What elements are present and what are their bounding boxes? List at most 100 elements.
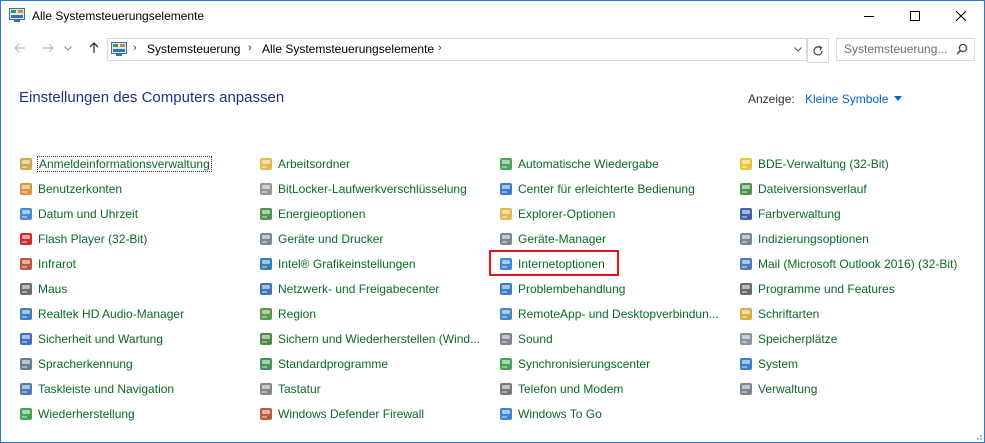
control-panel-item-label: BDE-Verwaltung (32-Bit): [758, 157, 889, 171]
bitlocker-icon: [260, 183, 272, 195]
control-panel-item[interactable]: Flash Player (32-Bit): [19, 229, 147, 249]
control-panel-item[interactable]: Farbverwaltung: [739, 204, 841, 224]
search-icon[interactable]: [956, 43, 968, 55]
view-mode-value: Kleine Symbole: [805, 92, 889, 106]
backup-icon: [260, 333, 272, 345]
control-panel-item[interactable]: Arbeitsordner: [259, 154, 350, 174]
control-panel-item[interactable]: Indizierungsoptionen: [739, 229, 869, 249]
control-panel-item-label: Schriftarten: [758, 307, 820, 321]
breadcrumb-separator-icon[interactable]: ›: [438, 42, 442, 54]
control-panel-item-label: Synchronisierungscenter: [518, 357, 651, 371]
control-panel-item[interactable]: Explorer-Optionen: [499, 204, 615, 224]
breadcrumb-systemsteuerung[interactable]: Systemsteuerung: [147, 42, 240, 56]
sound-icon: [500, 333, 512, 345]
fonts-icon: [740, 308, 752, 320]
flag-icon: [20, 333, 32, 345]
control-panel-item[interactable]: Realtek HD Audio-Manager: [19, 304, 184, 324]
control-panel-item[interactable]: Verwaltung: [739, 379, 817, 399]
control-panel-item-label: Windows Defender Firewall: [278, 407, 425, 421]
control-panel-item[interactable]: Taskleiste und Navigation: [19, 379, 174, 399]
control-panel-item[interactable]: Infrarot: [19, 254, 76, 274]
resize-grip-icon[interactable]: [973, 431, 983, 441]
control-panel-item[interactable]: Maus: [19, 279, 67, 299]
control-panel-item[interactable]: Intel® Grafikeinstellungen: [259, 254, 416, 274]
control-panel-item[interactable]: Benutzerkonten: [19, 179, 122, 199]
control-panel-item[interactable]: Anmeldeinformationsverwaltung: [19, 154, 212, 174]
refresh-button[interactable]: [807, 38, 829, 63]
control-panel-item[interactable]: BitLocker-Laufwerkverschlüsselung: [259, 179, 467, 199]
control-panel-item[interactable]: Windows Defender Firewall: [259, 404, 424, 424]
control-panel-item[interactable]: Standardprogramme: [259, 354, 388, 374]
control-panel-item[interactable]: Center für erleichterte Bedienung: [499, 179, 695, 199]
control-panel-item[interactable]: Geräte-Manager: [499, 229, 606, 249]
recent-locations-button[interactable]: [62, 39, 74, 57]
breadcrumb-separator-icon[interactable]: ›: [133, 42, 137, 54]
control-panel-icon: [111, 42, 127, 56]
back-button[interactable]: [11, 39, 29, 57]
control-panel-item[interactable]: Tastatur: [259, 379, 321, 399]
ease-of-access-icon: [500, 183, 512, 195]
user-accounts-icon: [20, 183, 32, 195]
control-panel-item-label: Netzwerk- und Freigabecenter: [278, 282, 440, 296]
control-panel-item-label: Windows To Go: [518, 407, 602, 421]
control-panel-item[interactable]: Wiederherstellung: [19, 404, 135, 424]
control-panel-item[interactable]: RemoteApp- und Desktopverbindun...: [499, 304, 719, 324]
close-icon: [956, 11, 966, 21]
control-panel-item[interactable]: Windows To Go: [499, 404, 602, 424]
control-panel-item[interactable]: Netzwerk- und Freigabecenter: [259, 279, 439, 299]
date-time-icon: [20, 208, 32, 220]
control-panel-item[interactable]: Speicherplätze: [739, 329, 837, 349]
control-panel-item[interactable]: BDE-Verwaltung (32-Bit): [739, 154, 889, 174]
control-panel-item[interactable]: Dateiversionsverlauf: [739, 179, 867, 199]
control-panel-item-label: Infrarot: [38, 257, 77, 271]
breadcrumb-current[interactable]: Alle Systemsteuerungselemente: [262, 42, 434, 56]
control-panel-item[interactable]: Datum und Uhrzeit: [19, 204, 138, 224]
keyboard-icon: [260, 383, 272, 395]
control-panel-item[interactable]: Mail (Microsoft Outlook 2016) (32-Bit): [739, 254, 957, 274]
control-panel-item[interactable]: Geräte und Drucker: [259, 229, 383, 249]
maximize-button[interactable]: [892, 1, 938, 31]
control-panel-item-label: Taskleiste und Navigation: [38, 382, 175, 396]
control-panel-item[interactable]: Sicherheit und Wartung: [19, 329, 163, 349]
troubleshooting-icon: [500, 283, 512, 295]
control-panel-item[interactable]: System: [739, 354, 798, 374]
control-panel-item[interactable]: Problembehandlung: [499, 279, 625, 299]
forward-button[interactable]: [39, 39, 57, 57]
control-panel-item[interactable]: Region: [259, 304, 316, 324]
control-panel-item[interactable]: Programme und Features: [739, 279, 895, 299]
view-mode-dropdown[interactable]: Kleine Symbole: [805, 92, 903, 106]
address-history-button[interactable]: [790, 39, 806, 60]
control-panel-item-label: Speicherplätze: [758, 332, 838, 346]
breadcrumb-separator-icon[interactable]: ›: [248, 42, 252, 54]
control-panel-item-label: Spracherkennung: [38, 357, 133, 371]
intel-graphics-icon: [260, 258, 272, 270]
minimize-button[interactable]: [846, 1, 892, 31]
system-icon: [740, 358, 752, 370]
explorer-options-icon: [500, 208, 512, 220]
title-bar[interactable]: Alle Systemsteuerungselemente: [1, 1, 984, 31]
control-panel-item-label: Anmeldeinformationsverwaltung: [37, 156, 212, 172]
control-panel-item-label: System: [758, 357, 799, 371]
up-button[interactable]: [85, 39, 103, 57]
control-panel-item[interactable]: Sound: [499, 329, 553, 349]
arrow-right-icon: [43, 43, 54, 53]
control-panel-item-label: Arbeitsordner: [278, 157, 351, 171]
control-panel-item-label: Mail (Microsoft Outlook 2016) (32-Bit): [758, 257, 958, 271]
control-panel-item[interactable]: Synchronisierungscenter: [499, 354, 650, 374]
control-panel-item-label: Farbverwaltung: [758, 207, 841, 221]
control-panel-item-label: Benutzerkonten: [38, 182, 123, 196]
programs-features-icon: [740, 283, 752, 295]
search-input[interactable]: Systemsteuerung...: [836, 38, 975, 61]
control-panel-item-label: Datum und Uhrzeit: [38, 207, 139, 221]
control-panel-item[interactable]: Telefon und Modem: [499, 379, 623, 399]
control-panel-item-label: Wiederherstellung: [38, 407, 135, 421]
control-panel-item[interactable]: Automatische Wiedergabe: [499, 154, 659, 174]
close-button[interactable]: [938, 1, 984, 31]
control-panel-item[interactable]: Spracherkennung: [19, 354, 133, 374]
control-panel-item[interactable]: Sichern und Wiederherstellen (Wind...: [259, 329, 480, 349]
control-panel-item[interactable]: Energieoptionen: [259, 204, 365, 224]
chevron-down-icon: [64, 45, 72, 51]
control-panel-item[interactable]: Schriftarten: [739, 304, 819, 324]
control-panel-item-label: Intel® Grafikeinstellungen: [278, 257, 416, 271]
address-bar[interactable]: › Systemsteuerung › Alle Systemsteuerung…: [107, 38, 807, 61]
